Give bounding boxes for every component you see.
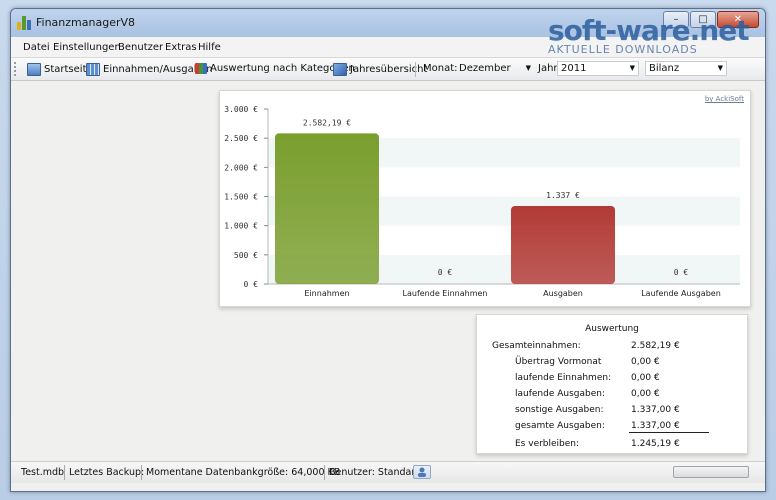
status-db-size: Momentane Datenbankgröße: 64,000 KB	[146, 467, 341, 478]
y-tick-label: 2.000 €	[224, 163, 258, 172]
status-separator	[64, 465, 65, 480]
chevron-down-icon: ▼	[717, 64, 723, 72]
app-window: FinanzmanagerV8 – □ ✕ Datei Einstellunge…	[10, 8, 766, 492]
menu-bar: Datei Einstellungen Benutzer Extras Hilf…	[11, 37, 765, 58]
summary-value: 1.337,00 €	[631, 405, 680, 415]
menu-datei[interactable]: Datei	[23, 42, 50, 53]
monitor-icon	[27, 63, 41, 76]
summary-label: gesamte Ausgaben:	[515, 421, 605, 431]
y-tick-label: 3.000 €	[224, 105, 258, 114]
summary-title: Auswertung	[585, 324, 639, 334]
month-label: Monat:	[423, 63, 458, 74]
x-category-label: Laufende Einnahmen	[403, 289, 488, 298]
bar-value-label: 2.582,19 €	[303, 118, 351, 127]
bar-value-label: 0 €	[674, 268, 689, 277]
title-bar: FinanzmanagerV8 – □ ✕	[11, 9, 765, 37]
status-user: Benutzer: Standard	[329, 467, 422, 478]
status-db-file: Test.mdb	[21, 467, 65, 478]
menu-benutzer[interactable]: Benutzer	[118, 42, 163, 53]
month-select[interactable]: Dezember ▼	[455, 61, 535, 76]
year-select-value: 2011	[561, 63, 587, 74]
y-tick-label: 1.500 €	[224, 193, 258, 202]
minimize-button[interactable]: –	[663, 11, 689, 28]
year-chart-icon	[333, 63, 347, 76]
chevron-down-icon: ▼	[629, 64, 635, 72]
summary-value: 1.337,00 €	[631, 421, 680, 431]
summary-panel: Auswertung Gesamteinnahmen: 2.582,19 € Ü…	[476, 314, 748, 454]
status-separator	[141, 465, 142, 480]
sum-underline	[629, 432, 709, 433]
window-bottom	[11, 483, 765, 491]
chevron-down-icon: ▼	[525, 64, 531, 72]
menu-extras[interactable]: Extras	[165, 42, 197, 53]
chart-bar	[275, 133, 379, 284]
progress-bar	[673, 466, 749, 478]
chart-credit-link[interactable]: by AckiSoft	[705, 95, 744, 103]
summary-label: sonstige Ausgaben:	[515, 405, 604, 415]
summary-label: Übertrag Vormonat	[515, 357, 602, 367]
status-backup: Letztes Backup:	[69, 467, 145, 478]
y-tick-label: 0 €	[244, 280, 259, 289]
summary-value: 2.582,19 €	[631, 341, 680, 351]
toolbar-auswertung-kategorien[interactable]: Auswertung nach Kategorien	[195, 63, 355, 74]
view-select-value: Bilanz	[649, 63, 680, 74]
main-content: by AckiSoft 0 € 500 € 1.000 € 1.500 € 2.000 …	[11, 81, 765, 461]
calendar-icon	[86, 63, 100, 76]
toolbar-jahresuebersicht[interactable]: Jahresübersicht	[333, 63, 427, 76]
toolbar-grip[interactable]	[14, 62, 19, 76]
y-tick-label: 2.500 €	[224, 134, 258, 143]
summary-value: 0,00 €	[631, 373, 660, 383]
chart-panel: by AckiSoft 0 € 500 € 1.000 € 1.500 € 2.000 …	[219, 90, 751, 307]
x-category-label: Einnahmen	[304, 289, 349, 298]
chart-bar	[511, 206, 615, 284]
summary-label: Gesamteinnahmen:	[492, 341, 581, 351]
toolbar-separator	[415, 62, 416, 77]
maximize-button[interactable]: □	[690, 11, 716, 28]
summary-label: laufende Ausgaben:	[515, 389, 606, 399]
summary-value: 0,00 €	[631, 389, 660, 399]
x-category-label: Laufende Ausgaben	[641, 289, 721, 298]
user-icon	[418, 467, 426, 477]
summary-value: 1.245,19 €	[631, 439, 680, 449]
y-tick-label: 500 €	[234, 251, 258, 260]
switch-user-button[interactable]	[413, 465, 431, 479]
toolbar: Startseite Einnahmen/Ausgaben Auswertung…	[11, 58, 765, 81]
bar-value-label: 0 €	[438, 268, 453, 277]
summary-label: laufende Einnahmen:	[515, 373, 612, 383]
x-category-label: Ausgaben	[543, 289, 583, 298]
app-logo-icon	[17, 16, 31, 30]
summary-value: 0,00 €	[631, 357, 660, 367]
toolbar-startseite[interactable]: Startseite	[27, 63, 93, 76]
year-select[interactable]: 2011 ▼	[557, 61, 639, 76]
desktop-background: FinanzmanagerV8 – □ ✕ Datei Einstellunge…	[0, 0, 776, 500]
view-select[interactable]: Bilanz ▼	[645, 61, 727, 76]
status-separator	[324, 465, 325, 480]
category-chart-icon	[195, 63, 207, 74]
summary-label: Es verbleiben:	[515, 439, 580, 449]
bar-chart: 0 € 500 € 1.000 € 1.500 € 2.000 € 2.500 € 3.00…	[224, 105, 740, 298]
month-select-value: Dezember	[459, 63, 511, 74]
bar-value-label: 1.337 €	[546, 191, 580, 200]
status-bar: Test.mdb Letztes Backup: Momentane Daten…	[11, 461, 765, 484]
menu-hilfe[interactable]: Hilfe	[198, 42, 221, 53]
y-tick-label: 1.000 €	[224, 222, 258, 231]
close-button[interactable]: ✕	[717, 11, 759, 28]
window-title: FinanzmanagerV8	[36, 16, 136, 29]
menu-einstellungen[interactable]: Einstellungen	[53, 42, 121, 53]
toolbar-einnahmen-ausgaben[interactable]: Einnahmen/Ausgaben	[86, 63, 213, 76]
